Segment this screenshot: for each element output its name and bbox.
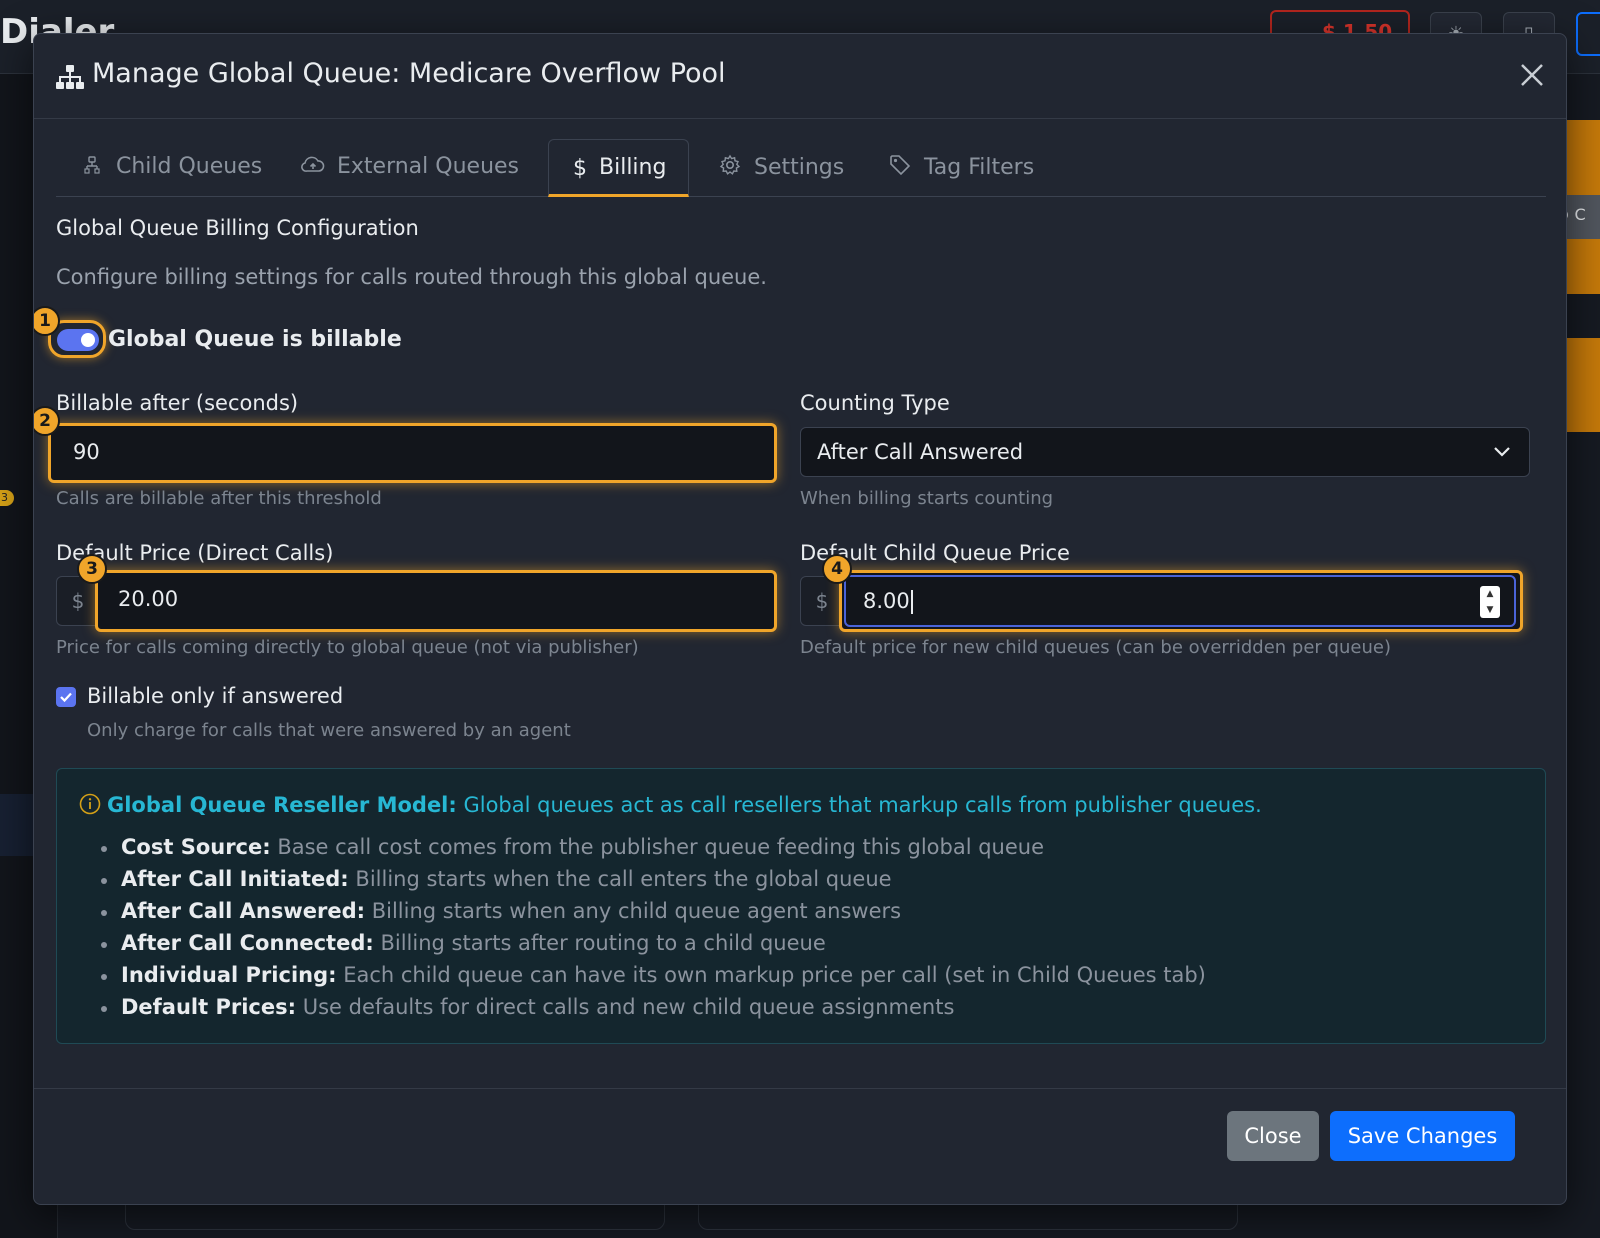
close-button[interactable]: Close [1227, 1111, 1319, 1161]
list-item-term: Cost Source: [121, 835, 271, 859]
list-item-term: Default Prices: [121, 995, 297, 1019]
check-icon [60, 692, 72, 703]
gear-icon [718, 154, 742, 182]
default-price-input[interactable]: 20.00 [95, 570, 777, 632]
tag-icon [888, 154, 912, 182]
billable-after-help: Calls are billable after this threshold [56, 488, 382, 509]
default-child-price-value: 8.00 [863, 589, 910, 613]
sitemap-icon [80, 155, 104, 180]
default-child-price-highlight: 8.00 ▲ ▼ [839, 570, 1523, 632]
list-item: After Call Initiated: Billing starts whe… [101, 867, 1206, 899]
spinner-up-icon[interactable]: ▲ [1480, 586, 1500, 602]
list-item-text: Billing starts when the call enters the … [355, 867, 892, 891]
close-icon[interactable] [1517, 60, 1547, 90]
list-item: Individual Pricing: Each child queue can… [101, 963, 1206, 995]
tab-settings[interactable]: Settings [718, 139, 844, 197]
tab-label: Settings [754, 155, 845, 180]
list-item-text: Billing starts when any child queue agen… [371, 899, 902, 923]
info-heading-text: Global queues act as call resellers that… [463, 793, 1262, 817]
default-price-help: Price for calls coming directly to globa… [56, 637, 639, 658]
tab-label: Billing [599, 155, 667, 180]
modal-tabs: Child Queues External Queues $ Billing Se… [56, 139, 1546, 197]
reseller-model-info: Global Queue Reseller Model: Global queu… [56, 768, 1546, 1044]
dollar-icon: $ [573, 155, 587, 181]
default-child-price-help: Default price for new child queues (can … [800, 637, 1391, 658]
list-item-term: Individual Pricing: [121, 963, 337, 987]
list-item-text: Base call cost comes from the publisher … [277, 835, 1045, 859]
sitemap-icon [56, 65, 84, 89]
modal-header: Manage Global Queue: Medicare Overflow P… [34, 34, 1566, 119]
billable-toggle-label: Global Queue is billable [108, 327, 402, 352]
billable-after-label: Billable after (seconds) [56, 391, 299, 415]
list-item-term: After Call Answered: [121, 899, 366, 923]
billable-toggle[interactable] [57, 329, 99, 351]
toggle-knob [81, 333, 95, 347]
number-spinner[interactable]: ▲ ▼ [1480, 586, 1500, 618]
tab-child-queues[interactable]: Child Queues [80, 139, 262, 197]
counting-type-label: Counting Type [800, 391, 950, 415]
list-item: Cost Source: Base call cost comes from t… [101, 835, 1206, 867]
tab-external-queues[interactable]: External Queues [301, 139, 519, 197]
billable-after-input[interactable]: 90 [48, 423, 777, 483]
list-item: Default Prices: Use defaults for direct … [101, 995, 1206, 1027]
save-changes-button[interactable]: Save Changes [1330, 1111, 1515, 1161]
billable-if-answered-help: Only charge for calls that were answered… [87, 720, 571, 741]
chat-button[interactable] [1576, 12, 1600, 56]
spinner-down-icon[interactable]: ▼ [1480, 602, 1500, 618]
list-item-text: Use defaults for direct calls and new ch… [302, 995, 955, 1019]
list-item: After Call Answered: Billing starts when… [101, 899, 1206, 931]
default-child-price-input[interactable]: 8.00 ▲ ▼ [844, 575, 1516, 627]
modal-title: Manage Global Queue: Medicare Overflow P… [92, 58, 726, 89]
counting-type-select[interactable]: After Call Answered [800, 427, 1530, 477]
chevron-down-icon [1494, 447, 1510, 457]
step-badge-3: 3 [77, 554, 107, 584]
section-description: Configure billing settings for calls rou… [56, 265, 767, 289]
list-item-text: Billing starts after routing to a child … [380, 931, 826, 955]
tab-billing[interactable]: $ Billing [548, 139, 690, 197]
list-item: After Call Connected: Billing starts aft… [101, 931, 1206, 963]
tab-tag-filters[interactable]: Tag Filters [888, 139, 1034, 197]
step-badge-4: 4 [822, 554, 852, 584]
info-list: Cost Source: Base call cost comes from t… [101, 835, 1206, 1027]
list-item-term: After Call Connected: [121, 931, 374, 955]
list-item-text: Each child queue can have its own markup… [343, 963, 1206, 987]
text-caret [910, 590, 913, 614]
tab-label: Tag Filters [924, 155, 1035, 180]
list-item-term: After Call Initiated: [121, 867, 349, 891]
counting-type-help: When billing starts counting [800, 488, 1054, 509]
tab-label: External Queues [337, 154, 520, 179]
modal-footer: Close Save Changes [34, 1088, 1566, 1204]
info-heading: Global Queue Reseller Model: Global queu… [79, 793, 1262, 817]
info-heading-bold: Global Queue Reseller Model: [107, 793, 457, 817]
cloud-upload-icon [301, 155, 325, 180]
billable-if-answered-label: Billable only if answered [87, 684, 344, 708]
info-icon [79, 793, 101, 815]
tab-label: Child Queues [116, 154, 263, 179]
counting-type-value: After Call Answered [817, 440, 1024, 464]
section-title: Global Queue Billing Configuration [56, 216, 419, 240]
manage-global-queue-modal: Manage Global Queue: Medicare Overflow P… [33, 33, 1567, 1205]
billable-if-answered-checkbox[interactable] [56, 687, 76, 707]
